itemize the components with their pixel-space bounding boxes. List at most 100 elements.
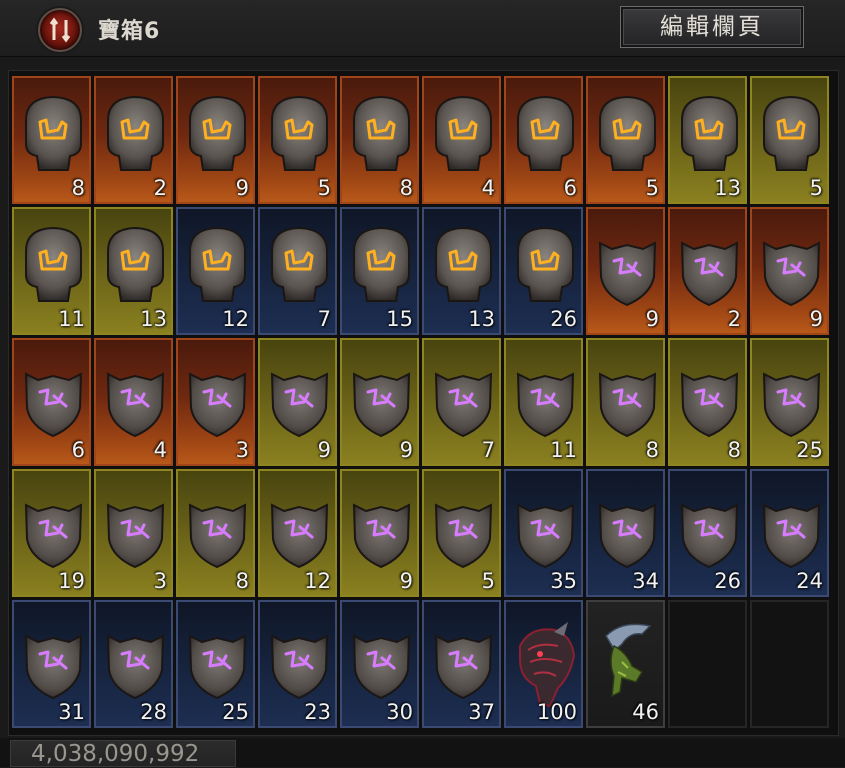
stash-slot[interactable]: 46 xyxy=(586,600,665,728)
stash-slot[interactable]: 5 xyxy=(258,76,337,204)
stash-slot[interactable]: 25 xyxy=(176,600,255,728)
item-quantity: 19 xyxy=(58,569,85,593)
stash-slot[interactable]: 8 xyxy=(12,76,91,204)
stash-slot[interactable]: 13 xyxy=(422,207,501,335)
stash-slot[interactable]: 6 xyxy=(12,338,91,466)
item-quantity: 9 xyxy=(399,438,413,462)
item-quantity: 34 xyxy=(632,569,659,593)
item-quantity: 37 xyxy=(468,700,495,724)
item-quantity: 5 xyxy=(481,569,495,593)
stash-slot[interactable]: 5 xyxy=(750,76,829,204)
stash-slot[interactable]: 35 xyxy=(504,469,583,597)
item-quantity: 5 xyxy=(809,176,823,200)
stash-tab-icon[interactable] xyxy=(38,8,82,52)
stash-slot[interactable]: 3 xyxy=(94,469,173,597)
stash-slot[interactable]: 24 xyxy=(750,469,829,597)
stash-slot[interactable]: 12 xyxy=(176,207,255,335)
stash-slot[interactable]: 26 xyxy=(504,207,583,335)
item-quantity: 9 xyxy=(645,307,659,331)
item-quantity: 26 xyxy=(714,569,741,593)
item-quantity: 8 xyxy=(645,438,659,462)
stash-slot[interactable]: 8 xyxy=(176,469,255,597)
stash-slot[interactable]: 11 xyxy=(12,207,91,335)
item-quantity: 9 xyxy=(399,569,413,593)
item-quantity: 9 xyxy=(317,438,331,462)
item-quantity: 8 xyxy=(71,176,85,200)
item-quantity: 25 xyxy=(222,700,249,724)
stash-slot[interactable]: 9 xyxy=(340,338,419,466)
stash-slot[interactable]: 9 xyxy=(586,207,665,335)
stash-slot[interactable]: 19 xyxy=(12,469,91,597)
item-quantity: 7 xyxy=(317,307,331,331)
item-quantity: 30 xyxy=(386,700,413,724)
stash-slot[interactable]: 26 xyxy=(668,469,747,597)
stash-header: 寶箱6 編輯欄頁 xyxy=(0,0,845,57)
stash-slot[interactable]: 25 xyxy=(750,338,829,466)
stash-slot[interactable]: 9 xyxy=(176,76,255,204)
stash-slot[interactable]: 100 xyxy=(504,600,583,728)
stash-slot[interactable]: 5 xyxy=(422,469,501,597)
stash-tab-title: 寶箱6 xyxy=(98,19,161,44)
stash-slot[interactable]: 31 xyxy=(12,600,91,728)
stash-slot[interactable]: 15 xyxy=(340,207,419,335)
item-quantity: 3 xyxy=(235,438,249,462)
item-quantity: 35 xyxy=(550,569,577,593)
stash-slot[interactable]: 5 xyxy=(586,76,665,204)
item-quantity: 12 xyxy=(222,307,249,331)
item-quantity: 25 xyxy=(796,438,823,462)
stash-slot[interactable]: 13 xyxy=(668,76,747,204)
item-quantity: 31 xyxy=(58,700,85,724)
item-quantity: 2 xyxy=(727,307,741,331)
stash-slot-empty[interactable] xyxy=(750,600,829,728)
item-quantity: 15 xyxy=(386,307,413,331)
stash-slot[interactable]: 3 xyxy=(176,338,255,466)
item-quantity: 4 xyxy=(153,438,167,462)
gold-amount: 4,038,090,992 xyxy=(10,740,236,767)
edit-tab-button[interactable]: 編輯欄頁 xyxy=(620,6,804,48)
item-quantity: 7 xyxy=(481,438,495,462)
stash-slot[interactable]: 2 xyxy=(94,76,173,204)
stash-grid: 8 2 9 5 8 4 6 5 13 5 11 13 12 7 15 13 26… xyxy=(12,76,829,728)
item-quantity: 12 xyxy=(304,569,331,593)
item-quantity: 2 xyxy=(153,176,167,200)
stash-slot[interactable]: 13 xyxy=(94,207,173,335)
item-quantity: 9 xyxy=(809,307,823,331)
stash-slot[interactable]: 23 xyxy=(258,600,337,728)
item-quantity: 11 xyxy=(550,438,577,462)
stash-slot[interactable]: 11 xyxy=(504,338,583,466)
item-quantity: 13 xyxy=(468,307,495,331)
item-quantity: 46 xyxy=(632,700,659,724)
stash-slot[interactable]: 34 xyxy=(586,469,665,597)
item-quantity: 13 xyxy=(714,176,741,200)
stash-slot[interactable]: 8 xyxy=(586,338,665,466)
stash-slot[interactable]: 28 xyxy=(94,600,173,728)
item-quantity: 23 xyxy=(304,700,331,724)
item-quantity: 26 xyxy=(550,307,577,331)
stash-slot[interactable]: 4 xyxy=(422,76,501,204)
stash-slot[interactable]: 8 xyxy=(668,338,747,466)
stash-slot[interactable]: 9 xyxy=(750,207,829,335)
item-quantity: 6 xyxy=(563,176,577,200)
item-quantity: 4 xyxy=(481,176,495,200)
stash-slot[interactable]: 9 xyxy=(340,469,419,597)
item-quantity: 9 xyxy=(235,176,249,200)
item-quantity: 5 xyxy=(645,176,659,200)
item-quantity: 3 xyxy=(153,569,167,593)
stash-slot[interactable]: 2 xyxy=(668,207,747,335)
item-quantity: 6 xyxy=(71,438,85,462)
stash-slot[interactable]: 4 xyxy=(94,338,173,466)
stash-slot[interactable]: 6 xyxy=(504,76,583,204)
item-quantity: 5 xyxy=(317,176,331,200)
item-quantity: 8 xyxy=(235,569,249,593)
item-quantity: 28 xyxy=(140,700,167,724)
item-quantity: 8 xyxy=(399,176,413,200)
stash-slot[interactable]: 12 xyxy=(258,469,337,597)
stash-slot[interactable]: 30 xyxy=(340,600,419,728)
stash-slot[interactable]: 7 xyxy=(258,207,337,335)
stash-slot[interactable]: 37 xyxy=(422,600,501,728)
stash-slot[interactable]: 9 xyxy=(258,338,337,466)
item-quantity: 13 xyxy=(140,307,167,331)
stash-slot[interactable]: 8 xyxy=(340,76,419,204)
stash-slot[interactable]: 7 xyxy=(422,338,501,466)
stash-slot-empty[interactable] xyxy=(668,600,747,728)
